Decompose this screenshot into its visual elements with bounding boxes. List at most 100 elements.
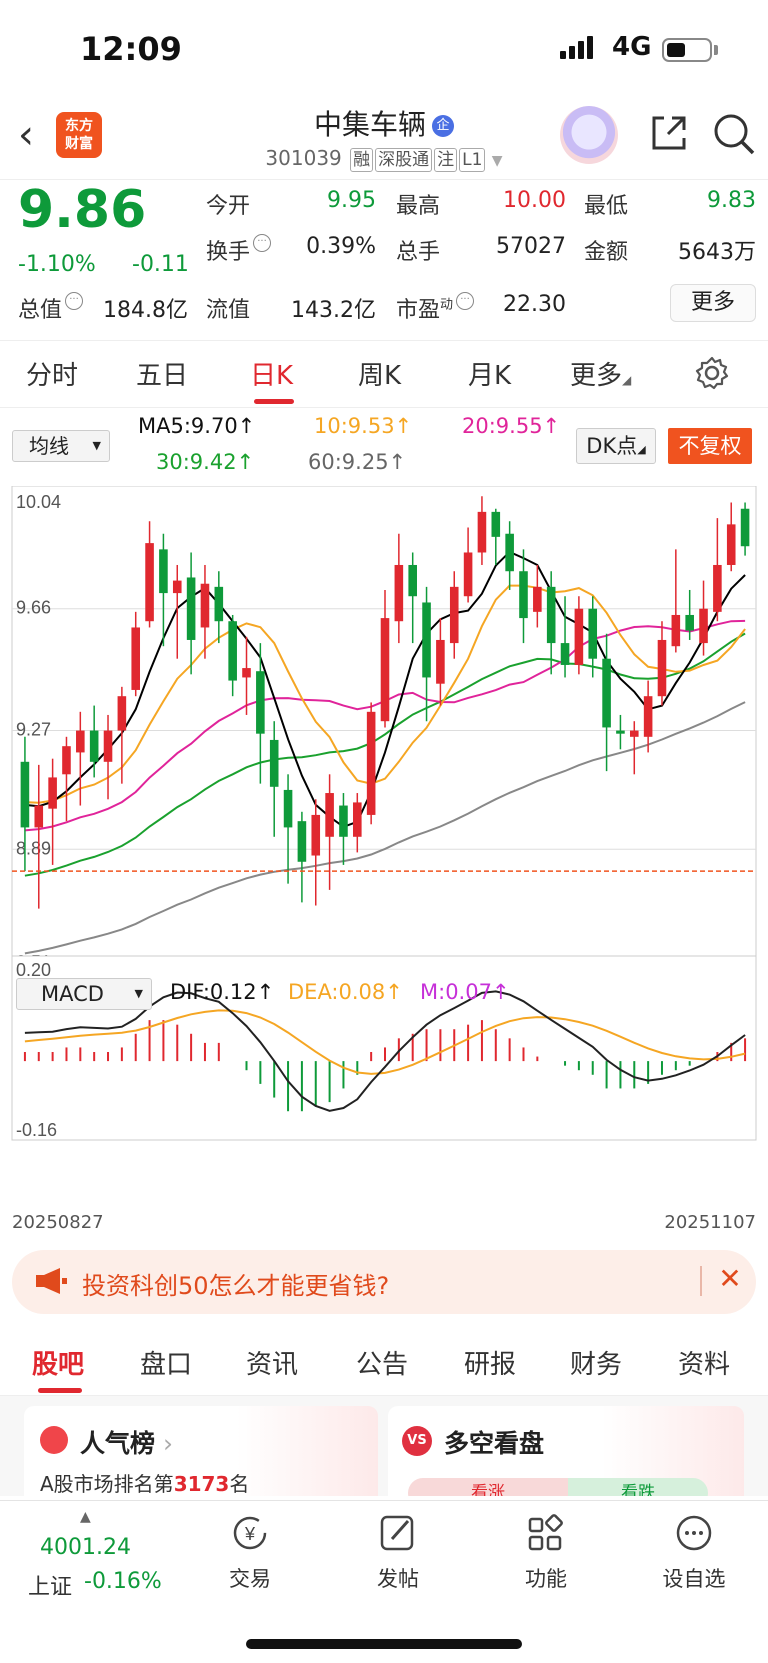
megaphone-icon xyxy=(34,1266,68,1300)
macd-legend: MACD ▼ DIF:0.12↑ DEA:0.08↑ M:0.07↑ xyxy=(0,976,768,1012)
tab-profile[interactable]: 资料 xyxy=(678,1344,730,1381)
index-expand-icon[interactable]: ▲ xyxy=(80,1509,91,1525)
candle-body xyxy=(463,552,473,597)
tab-research[interactable]: 研报 xyxy=(464,1344,516,1381)
tag-note: 注 xyxy=(434,148,458,172)
more-quote-button[interactable]: 更多 xyxy=(670,284,756,322)
tab-daily-k[interactable]: 日K xyxy=(250,355,293,392)
bull-bear-card[interactable]: VS 多空看盘 看涨 看跌 xyxy=(388,1406,744,1496)
price-panel: 10.049.669.278.898.51 xyxy=(11,486,757,975)
candle-body xyxy=(616,730,625,734)
tab-intraday[interactable]: 分时 xyxy=(26,355,78,392)
chevron-down-icon: ▼ xyxy=(491,153,503,169)
index-value[interactable]: 4001.24 xyxy=(40,1535,131,1560)
tab-announcements[interactable]: 公告 xyxy=(356,1344,408,1381)
candle-body xyxy=(325,793,334,837)
nav-functions[interactable]: 功能 xyxy=(496,1513,596,1593)
high-value: 10.00 xyxy=(503,188,566,213)
ai-assistant-avatar[interactable] xyxy=(560,106,618,164)
close-icon[interactable]: ✕ xyxy=(712,1262,748,1295)
candle-body xyxy=(740,508,750,547)
candle-body xyxy=(103,730,113,762)
open-value: 9.95 xyxy=(327,188,376,213)
nav-trade[interactable]: ¥ 交易 xyxy=(200,1513,300,1593)
active-section-indicator xyxy=(38,1388,82,1393)
turnover-label: 换手 ··· xyxy=(206,234,272,266)
candle-body xyxy=(436,639,445,684)
info-icon[interactable]: ··· xyxy=(65,292,84,310)
more-icon xyxy=(676,1515,712,1551)
macd-selector[interactable]: MACD ▼ xyxy=(16,978,152,1010)
candle-body xyxy=(62,746,71,775)
edit-icon xyxy=(380,1515,414,1551)
price-tick-label: 9.66 xyxy=(16,598,51,618)
candle-body xyxy=(89,730,99,762)
share-icon[interactable] xyxy=(648,112,690,158)
nav-post[interactable]: 发帖 xyxy=(348,1513,448,1593)
tab-financials[interactable]: 财务 xyxy=(570,1344,622,1381)
candle-body xyxy=(505,533,514,572)
popularity-card[interactable]: 人气榜 › A股市场排名第3173名 xyxy=(24,1406,378,1496)
tab-news[interactable]: 资讯 xyxy=(246,1344,298,1381)
tab-more[interactable]: 更多◢ xyxy=(570,355,631,392)
tab-forum[interactable]: 股吧 xyxy=(32,1344,84,1381)
ma60-value: 60:9.25↑ xyxy=(308,450,407,474)
price-tick-label: 9.27 xyxy=(16,720,51,740)
macd-m-value: M:0.07↑ xyxy=(420,980,510,1004)
popularity-title: 人气榜 › xyxy=(80,1429,173,1458)
quote-panel: 9.86 -1.10% -0.11 今开 9.95 最高 10.00 最低 9.… xyxy=(0,180,768,340)
bull-bear-title: 多空看盘 xyxy=(444,1429,545,1458)
candle-body xyxy=(145,543,154,622)
amount-label: 金额 xyxy=(584,240,629,265)
ranking-icon xyxy=(40,1426,68,1454)
candle-body xyxy=(269,739,279,787)
candle-body xyxy=(159,549,168,594)
candle-body xyxy=(228,621,237,681)
promo-banner[interactable]: 投资科创50怎么才能更省钱? ✕ xyxy=(12,1250,756,1314)
low-label: 最低 xyxy=(584,194,629,219)
banner-text: 投资科创50怎么才能更省钱? xyxy=(82,1272,390,1300)
dk-points-button[interactable]: DK点◢ xyxy=(576,428,656,464)
pe-label: 市盈动 ··· xyxy=(396,292,475,324)
settings-icon[interactable] xyxy=(694,355,730,395)
kline-chart[interactable]: 10.049.669.278.898.51 0.20-0.16 xyxy=(0,486,768,1226)
nav-customize[interactable]: 设自选 xyxy=(644,1513,744,1593)
indicator-selector[interactable]: 均线 ▼ xyxy=(12,430,110,462)
amount-value: 5643万 xyxy=(678,240,756,265)
tab-monthly-k[interactable]: 月K xyxy=(468,355,511,392)
trade-icon: ¥ xyxy=(233,1516,267,1550)
volume-value: 57027 xyxy=(496,234,566,259)
search-icon[interactable] xyxy=(712,112,756,160)
bull-button[interactable]: 看涨 xyxy=(408,1478,568,1496)
ma-legend: 均线 ▼ MA5:9.70↑ 10:9.53↑ 20:9.55↑ 30:9.42↑… xyxy=(0,408,768,488)
ma5-value: MA5:9.70↑ xyxy=(138,414,256,438)
change-amount: -0.11 xyxy=(132,252,189,277)
info-icon[interactable]: ··· xyxy=(456,292,475,310)
candle-body xyxy=(131,627,141,690)
index-name[interactable]: 上证 xyxy=(28,1569,72,1601)
tab-orderbook[interactable]: 盘口 xyxy=(140,1344,192,1381)
ma10-value: 10:9.53↑ xyxy=(314,414,413,438)
tab-five-day[interactable]: 五日 xyxy=(136,355,188,392)
pe-value: 22.30 xyxy=(503,292,566,317)
candle-body xyxy=(200,583,210,628)
x-axis-end-date: 20251107 xyxy=(664,1212,756,1233)
index-percent[interactable]: -0.16% xyxy=(84,1569,162,1594)
candle-body xyxy=(602,658,611,728)
price-tick-label: 8.89 xyxy=(16,838,51,858)
float-label: 流值 xyxy=(206,298,251,323)
no-adjust-button[interactable]: 不复权 xyxy=(668,428,752,464)
home-indicator xyxy=(246,1639,522,1649)
signal-icon xyxy=(560,36,596,59)
candle-body xyxy=(172,580,182,594)
tab-weekly-k[interactable]: 周K xyxy=(358,355,401,392)
candle-body xyxy=(297,821,307,862)
status-time: 12:09 xyxy=(80,30,182,68)
x-axis-start-date: 20250827 xyxy=(12,1212,104,1233)
candle-body xyxy=(76,730,85,753)
info-icon[interactable]: ··· xyxy=(253,234,272,252)
candle-body xyxy=(519,571,528,619)
low-value: 9.83 xyxy=(707,188,756,213)
bear-button[interactable]: 看跌 xyxy=(568,1478,708,1496)
grid-icon xyxy=(528,1514,563,1551)
